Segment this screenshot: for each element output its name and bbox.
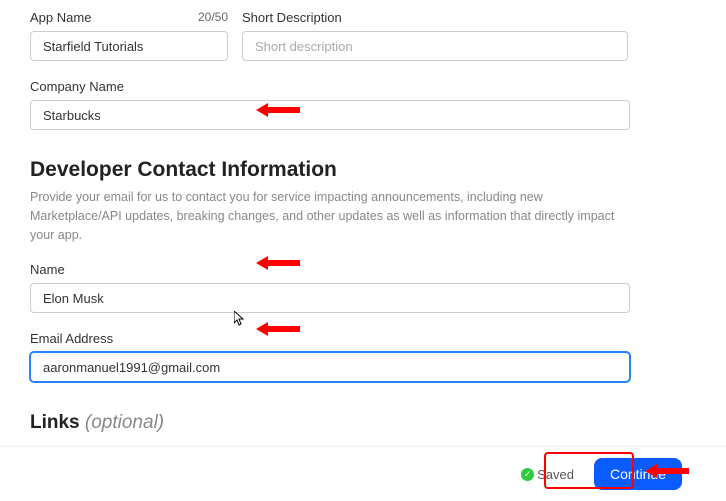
footer-bar: ✓ Saved Continue [0,446,726,501]
company-name-label: Company Name [30,79,124,94]
name-label: Name [30,262,65,277]
saved-status: ✓ Saved [521,467,574,482]
company-name-field: Company Name [30,79,630,130]
name-field: Name [30,262,630,313]
links-optional: (optional) [85,412,164,433]
name-input[interactable] [30,283,630,313]
email-field: Email Address [30,331,630,382]
app-name-field: App Name 20/50 [30,10,228,61]
saved-text: Saved [537,467,574,482]
developer-contact-description: Provide your email for us to contact you… [30,188,630,244]
short-desc-label: Short Description [242,10,342,25]
developer-contact-heading: Developer Contact Information [30,158,696,182]
short-desc-field: Short Description [242,10,628,61]
check-icon: ✓ [521,468,534,481]
continue-button[interactable]: Continue [594,458,682,490]
email-label: Email Address [30,331,113,346]
links-heading: Links (optional) [30,412,696,434]
app-name-label: App Name [30,10,91,25]
company-name-input[interactable] [30,100,630,130]
app-name-count: 20/50 [198,10,228,25]
email-input[interactable] [30,352,630,382]
short-desc-input[interactable] [242,31,628,61]
links-title-text: Links [30,412,80,433]
app-name-input[interactable] [30,31,228,61]
